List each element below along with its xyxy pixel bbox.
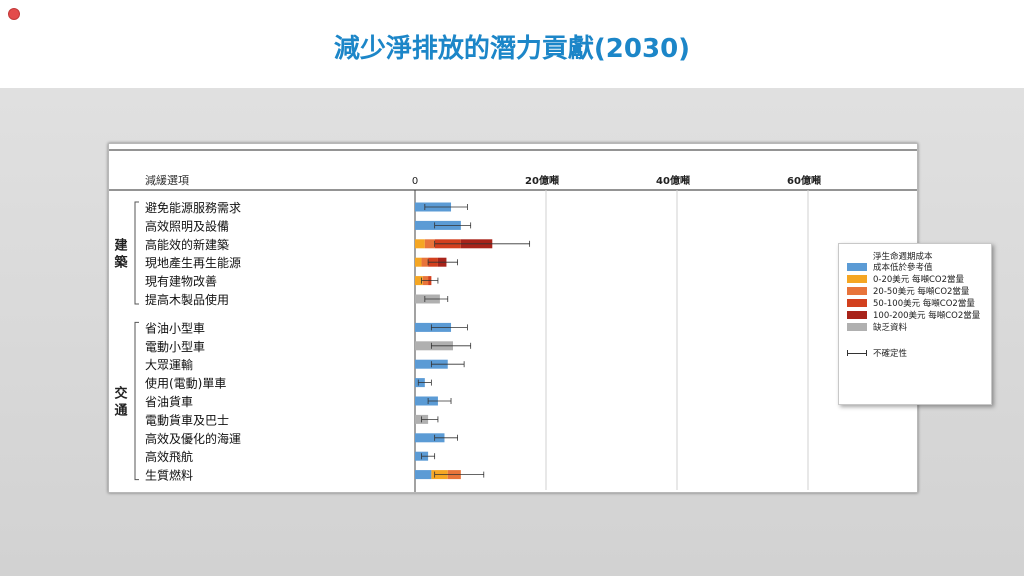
category-label: 高能效的新建築 — [145, 237, 229, 252]
legend-swatch — [847, 275, 867, 283]
category-label: 現地產生再生能源 — [145, 255, 241, 270]
category-label: 電動貨車及巴士 — [145, 412, 229, 427]
error-bar-icon — [847, 349, 867, 357]
bar-chart: 減緩選項 0 20億噸 40億噸 60億噸建築交通 避免能源服務需求高效照明及設備高能效的… — [109, 149, 917, 492]
category-label: 高效飛航 — [145, 449, 193, 464]
recording-icon — [8, 8, 20, 20]
page-title: 減少淨排放的潛力貢獻(2030) — [333, 34, 691, 64]
bar-segment — [415, 257, 422, 267]
group-label: 建 — [114, 238, 127, 254]
bar-segment — [424, 239, 435, 249]
legend-label: 20-50美元 每噸CO2當量 — [873, 287, 970, 297]
chart-legend: 淨生命週期成本 成本低於參考值 0-20美元 每噸CO2當量 20-50美元 每… — [838, 243, 992, 405]
legend-label: 50-100美元 每噸CO2當量 — [873, 299, 975, 309]
legend-swatch — [847, 323, 867, 331]
x-tick-label: 0 — [412, 176, 418, 187]
x-tick-label: 20億噸 — [525, 174, 559, 187]
legend-item-100-200: 100-200美元 每噸CO2當量 — [847, 310, 981, 321]
bar-segment — [415, 470, 432, 480]
group-label: 通 — [114, 403, 127, 419]
category-label: 現有建物改善 — [145, 274, 217, 289]
category-label: 避免能源服務需求 — [145, 200, 241, 215]
category-label: 使用(電動)單車 — [145, 376, 226, 391]
legend-item-nodata: 缺乏資料 — [847, 322, 908, 333]
legend-label: 缺乏資料 — [873, 323, 908, 333]
legend-swatch — [847, 287, 867, 295]
legend-label: 成本低於參考值 — [873, 263, 933, 273]
legend-item-below: 成本低於參考值 — [847, 262, 933, 273]
column-header: 減緩選項 — [145, 173, 189, 187]
group-label: 築 — [113, 255, 128, 271]
category-label: 電動小型車 — [145, 340, 205, 354]
group-label: 交 — [114, 386, 127, 402]
bar-segment — [421, 257, 429, 267]
x-tick-label: 60億噸 — [787, 174, 821, 187]
category-label: 提高木製品使用 — [145, 292, 229, 307]
legend-item-uncertainty: 不確定性 — [847, 348, 908, 359]
category-label: 高效照明及設備 — [145, 218, 229, 233]
category-label: 大眾運輸 — [145, 357, 193, 372]
legend-item-0-20: 0-20美元 每噸CO2當量 — [847, 274, 965, 285]
bar-segment — [415, 239, 425, 249]
category-label: 省油貨車 — [145, 394, 193, 409]
group-bracket — [134, 321, 139, 481]
legend-swatch — [847, 299, 867, 307]
legend-item-50-100: 50-100美元 每噸CO2當量 — [847, 298, 975, 309]
legend-label: 不確定性 — [873, 349, 908, 359]
chart-panel: 減緩選項 0 20億噸 40億噸 60億噸建築交通 避免能源服務需求 高效照明及設備 高能效的… — [108, 143, 918, 493]
x-tick-label: 40億噸 — [656, 174, 690, 187]
legend-swatch — [847, 263, 867, 271]
legend-label: 0-20美元 每噸CO2當量 — [873, 275, 965, 285]
category-label: 省油小型車 — [145, 321, 205, 335]
legend-swatch — [847, 311, 867, 319]
legend-label: 100-200美元 每噸CO2當量 — [873, 311, 981, 321]
legend-item-20-50: 20-50美元 每噸CO2當量 — [847, 286, 970, 297]
group-bracket — [134, 201, 139, 305]
category-label: 高效及優化的海運 — [145, 431, 241, 446]
category-label: 生質燃料 — [145, 468, 193, 483]
